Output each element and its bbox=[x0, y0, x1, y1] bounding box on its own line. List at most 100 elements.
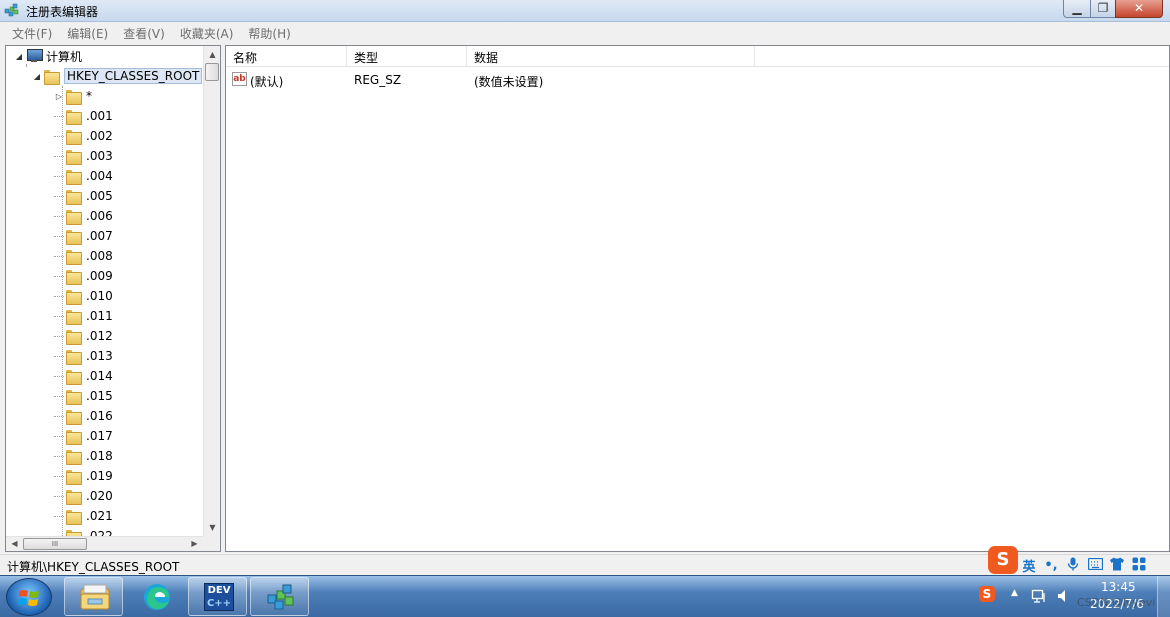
tree-connector bbox=[54, 315, 64, 317]
tree-item-key[interactable]: .004 bbox=[54, 166, 113, 186]
scroll-right-arrow-icon[interactable]: ▶ bbox=[186, 536, 203, 551]
folder-icon bbox=[66, 389, 82, 405]
tree-vertical-scrollbar[interactable]: ▲ ▼ bbox=[203, 46, 220, 536]
folder-icon bbox=[66, 289, 82, 305]
tree-item-label: .011 bbox=[86, 309, 113, 323]
sogou-tray-icon[interactable]: S bbox=[979, 586, 995, 602]
tree-item-key[interactable]: .013 bbox=[54, 346, 113, 366]
tree-item-key[interactable]: .011 bbox=[54, 306, 113, 326]
tree-item-label: .012 bbox=[86, 329, 113, 343]
tree-item-label: .020 bbox=[86, 489, 113, 503]
tree-connector bbox=[54, 295, 64, 297]
start-button[interactable] bbox=[6, 578, 52, 616]
watermark: CSDN @lvyevi bbox=[1077, 596, 1156, 609]
tree-item-key[interactable]: .015 bbox=[54, 386, 113, 406]
clock-time[interactable]: 13:45 bbox=[1101, 580, 1136, 594]
taskbar-edge[interactable] bbox=[126, 577, 185, 616]
tree-item-key[interactable]: .003 bbox=[54, 146, 113, 166]
values-list[interactable]: 名称 类型 数据 ab (默认) REG_SZ (数值未设置) bbox=[225, 45, 1170, 552]
value-data: (数值未设置) bbox=[474, 75, 544, 89]
menu-edit[interactable]: 编辑(E) bbox=[59, 22, 115, 42]
scroll-up-arrow-icon[interactable]: ▲ bbox=[204, 46, 220, 63]
tree-item-label: .007 bbox=[86, 229, 113, 243]
collapse-arrow-icon[interactable]: ◢ bbox=[14, 52, 24, 61]
taskbar-devcpp[interactable]: DEV C++ bbox=[188, 577, 247, 616]
scroll-down-arrow-icon[interactable]: ▼ bbox=[204, 519, 220, 536]
tree-item-label: * bbox=[86, 89, 92, 103]
registry-editor-icon bbox=[4, 3, 19, 17]
show-desktop-button[interactable] bbox=[1157, 576, 1170, 617]
mic-icon[interactable] bbox=[1062, 557, 1084, 575]
expand-arrow-icon[interactable]: ▷ bbox=[54, 92, 64, 101]
keyboard-icon[interactable] bbox=[1084, 557, 1106, 574]
network-icon[interactable] bbox=[1031, 588, 1047, 604]
tree-horizontal-scrollbar[interactable]: ◀ III ▶ bbox=[6, 536, 203, 551]
tree-item-computer[interactable]: ◢ 计算机 bbox=[14, 46, 82, 66]
tree-item-key[interactable]: .014 bbox=[54, 366, 113, 386]
taskbar-regedit[interactable] bbox=[250, 577, 309, 616]
tree-item-key[interactable]: .001 bbox=[54, 106, 113, 126]
list-row[interactable]: ab (默认) REG_SZ (数值未设置) bbox=[226, 70, 1169, 90]
shirt-icon[interactable] bbox=[1106, 557, 1128, 575]
ime-language-toggle[interactable]: 英 bbox=[1018, 556, 1040, 575]
computer-icon bbox=[26, 49, 43, 63]
regedit-icon bbox=[267, 584, 294, 610]
volume-icon[interactable] bbox=[1057, 589, 1069, 603]
tree-item-key[interactable]: .002 bbox=[54, 126, 113, 146]
key-tree[interactable]: ◢ 计算机 ◢ HKEY_CLASSES_ROOT ▷ * .001.002.003… bbox=[5, 45, 221, 552]
tree-item-key[interactable]: .018 bbox=[54, 446, 113, 466]
sogou-logo-icon[interactable]: S bbox=[988, 545, 1018, 574]
tree-item-key[interactable]: .019 bbox=[54, 466, 113, 486]
menu-favorites[interactable]: 收藏夹(A) bbox=[172, 22, 241, 42]
tree-item-label: .014 bbox=[86, 369, 113, 383]
folder-icon bbox=[66, 429, 82, 445]
tree-connector bbox=[54, 475, 64, 477]
tree-connector bbox=[54, 415, 64, 417]
tree-item-key[interactable]: .005 bbox=[54, 186, 113, 206]
folder-icon bbox=[66, 269, 82, 285]
minimize-button[interactable]: ▁ bbox=[1063, 0, 1091, 18]
tree-item-key[interactable]: .007 bbox=[54, 226, 113, 246]
menu-file[interactable]: 文件(F) bbox=[4, 22, 59, 42]
tree-item-label: .009 bbox=[86, 269, 113, 283]
scroll-thumb[interactable] bbox=[205, 63, 219, 81]
tree-item-key[interactable]: .016 bbox=[54, 406, 113, 426]
folder-icon bbox=[66, 489, 82, 505]
tree-item-key[interactable]: .020 bbox=[54, 486, 113, 506]
column-header-data[interactable]: 数据 bbox=[467, 46, 755, 67]
maximize-button[interactable]: ❐ bbox=[1090, 0, 1116, 18]
tree-item-key[interactable]: .022 bbox=[54, 526, 113, 536]
taskbar-explorer[interactable] bbox=[64, 577, 123, 616]
tree-item-key[interactable]: .017 bbox=[54, 426, 113, 446]
tree-item-key[interactable]: .006 bbox=[54, 206, 113, 226]
tray-expand-arrow-icon[interactable]: ▲ bbox=[1011, 588, 1018, 598]
tree-item-label: .016 bbox=[86, 409, 113, 423]
column-header-name[interactable]: 名称 bbox=[226, 46, 347, 67]
folder-icon bbox=[66, 349, 82, 365]
grid-icon[interactable] bbox=[1128, 557, 1150, 575]
scroll-thumb[interactable]: III bbox=[23, 538, 87, 550]
tree-rows: ◢ 计算机 ◢ HKEY_CLASSES_ROOT ▷ * .001.002.003… bbox=[6, 46, 203, 536]
tree-item-key[interactable]: .008 bbox=[54, 246, 113, 266]
scroll-left-arrow-icon[interactable]: ◀ bbox=[6, 536, 23, 551]
tree-item-label: .022 bbox=[86, 529, 113, 536]
tree-item-key[interactable]: .010 bbox=[54, 286, 113, 306]
column-header-type[interactable]: 类型 bbox=[347, 46, 467, 67]
tree-item-key[interactable]: .021 bbox=[54, 506, 113, 526]
tree-connector bbox=[54, 175, 64, 177]
tree-item-key[interactable]: .012 bbox=[54, 326, 113, 346]
tree-item-label: .010 bbox=[86, 289, 113, 303]
ime-toolbar: S 英 •, bbox=[988, 545, 1150, 576]
punctuation-icon[interactable]: •, bbox=[1040, 558, 1062, 573]
menu-help[interactable]: 帮助(H) bbox=[240, 22, 297, 42]
edge-icon bbox=[144, 584, 170, 610]
collapse-arrow-icon[interactable]: ◢ bbox=[32, 72, 42, 81]
menu-view[interactable]: 查看(V) bbox=[115, 22, 172, 42]
tree-item-hkcr[interactable]: ◢ HKEY_CLASSES_ROOT bbox=[32, 66, 203, 86]
tree-item-label: HKEY_CLASSES_ROOT bbox=[64, 68, 203, 84]
tree-item-label: .018 bbox=[86, 449, 113, 463]
close-button[interactable]: ✕ bbox=[1115, 0, 1163, 18]
tree-item-key[interactable]: .009 bbox=[54, 266, 113, 286]
scroll-corner bbox=[203, 536, 220, 551]
tree-item-key[interactable]: ▷ * bbox=[54, 86, 92, 106]
